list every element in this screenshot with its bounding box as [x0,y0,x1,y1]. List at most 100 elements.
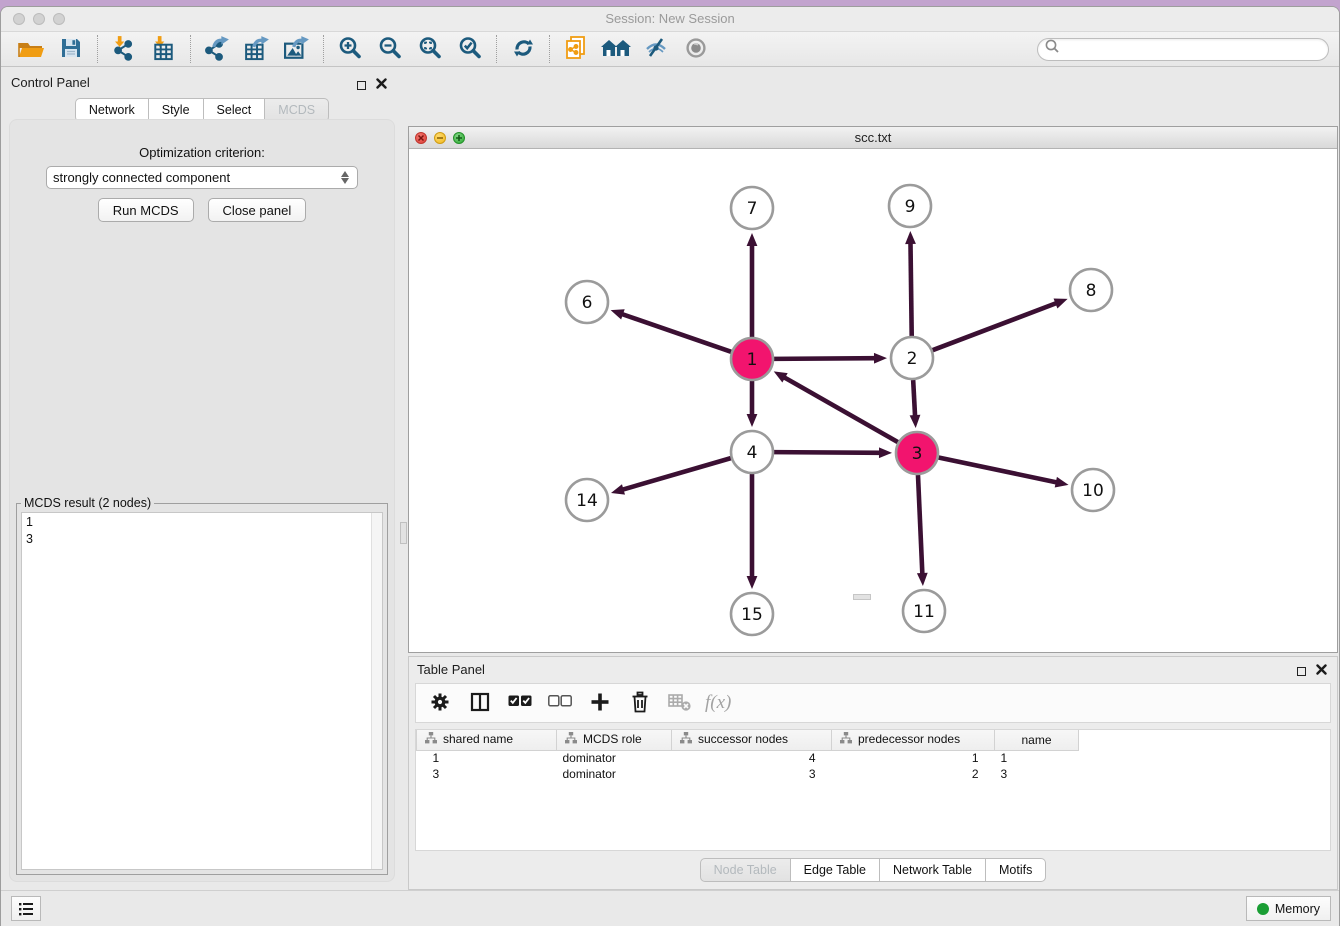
edge-arrowhead [917,573,928,586]
column-type-icon [680,732,692,747]
table-settings-button[interactable] [424,688,456,718]
zoom-in-button[interactable] [330,34,370,64]
close-panel-button[interactable]: Close panel [208,198,307,222]
column-header-successor-nodes[interactable]: successor nodes [672,730,832,750]
zoom-selected-icon [458,36,482,63]
edge-arrowhead [611,309,625,319]
cell-MCDS-role[interactable]: dominator [557,766,672,782]
open-file-icon [18,36,45,63]
tab-edge-table[interactable]: Edge Table [791,858,880,882]
hide-panel-button[interactable] [636,34,676,64]
deselect-all-button[interactable] [544,688,576,718]
control-panel-title: Control Panel [11,75,90,90]
edge-3-10[interactable] [939,458,1058,483]
delete-column-button[interactable] [624,688,656,718]
table-row[interactable]: 1dominator411 [417,750,1079,766]
mcds-result-text[interactable]: 1 3 [21,512,383,870]
cell-predecessor-nodes[interactable]: 2 [832,766,995,782]
edge-1-6[interactable] [621,314,731,352]
hide-panel-icon [643,36,669,63]
edge-arrowhead [905,231,916,244]
result-scrollbar[interactable] [371,513,382,869]
edge-3-1[interactable] [783,377,898,442]
edge-2-9[interactable] [910,242,911,336]
network-window-title: scc.txt [409,130,1337,145]
column-type-icon [425,732,437,747]
deselect-all-icon [548,695,572,711]
vertical-splitter-handle[interactable] [853,594,871,600]
home-layout-icon [601,36,631,63]
column-header-name[interactable]: name [995,730,1079,750]
node-label-7: 7 [747,199,758,219]
zoom-fit-button[interactable] [410,34,450,64]
column-manager-icon [470,692,490,715]
edge-4-3[interactable] [774,452,881,453]
title-bar: Session: New Session [1,7,1339,31]
function-builder-button: f(x) [704,688,736,718]
open-file-button[interactable] [11,34,51,64]
column-header-shared-name[interactable]: shared name [417,730,557,750]
show-panel-button [676,34,716,64]
edge-2-3[interactable] [913,380,915,417]
close-table-panel-icon[interactable] [1316,662,1327,680]
search-box[interactable] [1037,38,1329,61]
column-manager-button[interactable] [464,688,496,718]
import-table-button[interactable] [144,34,184,64]
network-canvas[interactable]: 7968124314101511 [409,150,1337,652]
run-mcds-button[interactable]: Run MCDS [98,198,194,222]
float-panel-icon[interactable] [357,81,366,90]
toolbar-separator [190,35,191,63]
zoom-fit-icon [418,36,442,63]
node-label-6: 6 [582,293,593,313]
main-toolbar [1,31,1339,67]
criterion-value: strongly connected component [53,170,230,185]
cell-successor-nodes[interactable]: 3 [672,766,832,782]
column-header-MCDS-role[interactable]: MCDS role [557,730,672,750]
export-image-button[interactable] [277,34,317,64]
edge-arrowhead [910,415,921,428]
edge-3-11[interactable] [918,475,922,575]
cell-shared-name[interactable]: 1 [417,750,557,766]
import-table-icon [151,35,177,64]
criterion-select[interactable]: strongly connected component [46,166,358,189]
zoom-selected-button[interactable] [450,34,490,64]
select-stepper-icon [341,171,351,184]
toolbar-separator [323,35,324,63]
cell-name[interactable]: 1 [995,750,1079,766]
horizontal-splitter-handle[interactable] [400,522,407,544]
cell-successor-nodes[interactable]: 4 [672,750,832,766]
save-session-button[interactable] [51,34,91,64]
tab-motifs[interactable]: Motifs [986,858,1046,882]
delete-table-icon [668,692,692,715]
tab-network-table[interactable]: Network Table [880,858,986,882]
zoom-out-button[interactable] [370,34,410,64]
memory-button[interactable]: Memory [1246,896,1331,921]
float-table-panel-icon[interactable] [1297,667,1306,676]
status-bar: Memory [1,890,1339,926]
copy-network-button[interactable] [556,34,596,64]
column-header-predecessor-nodes[interactable]: predecessor nodes [832,730,995,750]
select-all-button[interactable] [504,688,536,718]
refresh-layout-button[interactable] [503,34,543,64]
import-network-button[interactable] [104,34,144,64]
network-graph[interactable]: 7968124314101511 [409,150,1337,654]
search-input[interactable] [1061,40,1328,58]
edge-1-2[interactable] [774,358,876,359]
edge-4-14[interactable] [622,458,731,490]
cell-MCDS-role[interactable]: dominator [557,750,672,766]
task-history-button[interactable] [11,896,41,921]
export-network-button[interactable] [197,34,237,64]
close-panel-icon[interactable] [376,76,387,94]
cell-predecessor-nodes[interactable]: 1 [832,750,995,766]
add-column-button[interactable] [584,688,616,718]
export-table-button[interactable] [237,34,277,64]
table-panel: Table Panel f(x) shared nameMCDS rolesuc… [408,656,1338,890]
cell-shared-name[interactable]: 3 [417,766,557,782]
search-icon [1044,38,1061,60]
network-window-titlebar[interactable]: scc.txt [409,127,1337,149]
edge-2-8[interactable] [933,303,1058,350]
home-layout-button[interactable] [596,34,636,64]
cell-name[interactable]: 3 [995,766,1079,782]
tab-node-table[interactable]: Node Table [700,858,791,882]
table-row[interactable]: 3dominator323 [417,766,1079,782]
